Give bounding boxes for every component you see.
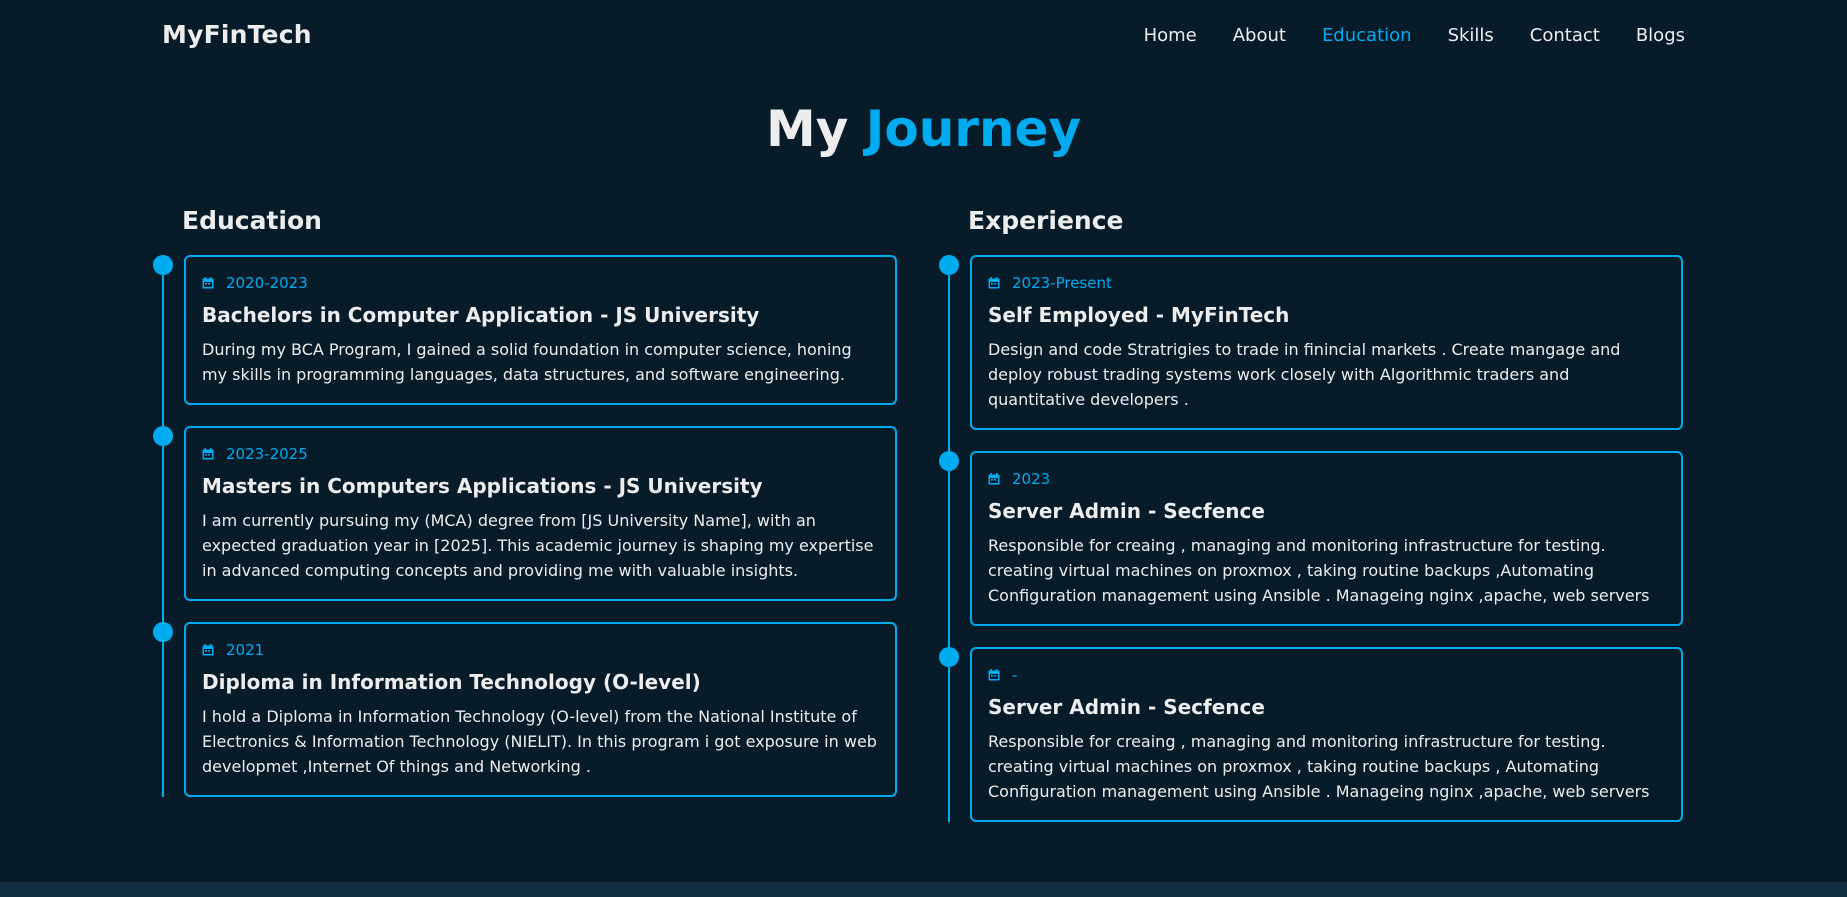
card-text: Responsible for creaing , managing and m… — [988, 732, 1650, 801]
education-card: 2023-2025 Masters in Computers Applicati… — [184, 426, 897, 601]
education-timeline: 2020-2023 Bachelors in Computer Applicat… — [153, 255, 899, 797]
timeline-dot — [153, 426, 173, 446]
page-heading: My Journey — [0, 100, 1847, 158]
card-title: Server Admin - Secfence — [988, 695, 1265, 719]
experience-card: 2023 Server Admin - Secfence Responsible… — [970, 451, 1683, 626]
timeline-dot — [939, 647, 959, 667]
footer-strip — [0, 882, 1847, 897]
card-text: Responsible for creaing , managing and m… — [988, 536, 1650, 605]
year-row: 2023-Present — [988, 273, 1665, 293]
timeline-dot — [939, 451, 959, 471]
year-row: 2023-2025 — [202, 444, 879, 464]
experience-title: Experience — [968, 206, 1124, 235]
nav-link-contact[interactable]: Contact — [1530, 25, 1600, 46]
year-label: 2021 — [226, 641, 265, 659]
year-row: - — [988, 665, 1665, 685]
year-row: 2020-2023 — [202, 273, 879, 293]
calendar-icon — [202, 644, 214, 656]
experience-item: 2023 Server Admin - Secfence Responsible… — [939, 451, 1685, 626]
calendar-icon — [202, 448, 214, 460]
card-title: Diploma in Information Technology (O-lev… — [202, 670, 701, 694]
nav-link-home[interactable]: Home — [1144, 25, 1197, 46]
education-title: Education — [182, 206, 322, 235]
experience-card: - Server Admin - Secfence Responsible fo… — [970, 647, 1683, 822]
timeline-line — [162, 255, 164, 797]
card-title: Self Employed - MyFinTech — [988, 303, 1290, 327]
heading-plain: My — [765, 100, 849, 158]
education-column: Education 2020-2023 Bachelors in Compute… — [153, 204, 899, 797]
education-card: 2021 Diploma in Information Technology (… — [184, 622, 897, 797]
timeline-dot — [153, 622, 173, 642]
card-text: During my BCA Program, I gained a solid … — [202, 340, 852, 384]
nav-link-skills[interactable]: Skills — [1448, 25, 1494, 46]
site-logo[interactable]: MyFinTech — [162, 20, 312, 49]
timeline-dot — [939, 255, 959, 275]
card-title: Bachelors in Computer Application - JS U… — [202, 303, 760, 327]
card-text: Design and code Stratrigies to trade in … — [988, 340, 1621, 409]
navbar: MyFinTech Home About Education Skills Co… — [0, 0, 1847, 74]
timeline-line — [948, 255, 950, 822]
year-row: 2021 — [202, 640, 879, 660]
education-item: 2020-2023 Bachelors in Computer Applicat… — [153, 255, 899, 405]
nav-links: Home About Education Skills Contact Blog… — [1108, 25, 1685, 46]
card-text: I am currently pursuing my (MCA) degree … — [202, 511, 874, 580]
experience-item: - Server Admin - Secfence Responsible fo… — [939, 647, 1685, 822]
experience-column: Experience 2023-Present Self Employed - … — [939, 204, 1685, 822]
card-text: I hold a Diploma in Information Technolo… — [202, 707, 877, 776]
card-title: Masters in Computers Applications - JS U… — [202, 474, 763, 498]
calendar-icon — [202, 277, 214, 289]
calendar-icon — [988, 669, 1000, 681]
year-label: 2020-2023 — [226, 274, 308, 292]
nav-link-blogs[interactable]: Blogs — [1636, 25, 1685, 46]
year-row: 2023 — [988, 469, 1665, 489]
education-item: 2023-2025 Masters in Computers Applicati… — [153, 426, 899, 601]
nav-link-education[interactable]: Education — [1322, 25, 1412, 46]
education-item: 2021 Diploma in Information Technology (… — [153, 622, 899, 797]
year-label: - — [1012, 666, 1018, 684]
calendar-icon — [988, 473, 1000, 485]
year-label: 2023-Present — [1012, 274, 1112, 292]
year-label: 2023-2025 — [226, 445, 308, 463]
experience-card: 2023-Present Self Employed - MyFinTech D… — [970, 255, 1683, 430]
calendar-icon — [988, 277, 1000, 289]
nav-link-about[interactable]: About — [1233, 25, 1286, 46]
heading-accent: Journey — [865, 100, 1082, 158]
year-label: 2023 — [1012, 470, 1051, 488]
experience-timeline: 2023-Present Self Employed - MyFinTech D… — [939, 255, 1685, 822]
card-title: Server Admin - Secfence — [988, 499, 1265, 523]
education-card: 2020-2023 Bachelors in Computer Applicat… — [184, 255, 897, 405]
experience-item: 2023-Present Self Employed - MyFinTech D… — [939, 255, 1685, 430]
timeline-dot — [153, 255, 173, 275]
